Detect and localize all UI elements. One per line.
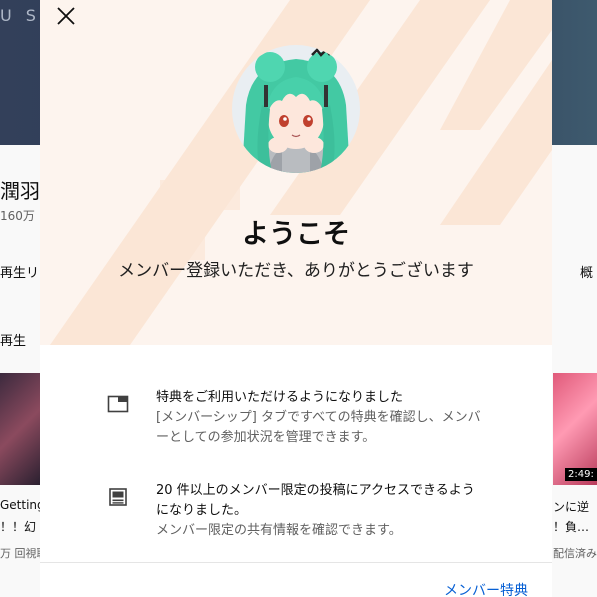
about-heading[interactable]: 概 [580, 262, 593, 281]
benefit-description: メンバー限定の共有情報を確認できます。 [156, 523, 402, 538]
video-title-right-line1[interactable]: ンに逆 [553, 498, 589, 515]
close-button[interactable] [54, 4, 78, 28]
play-all-label[interactable]: 再生 [0, 330, 26, 349]
posts-icon [106, 485, 130, 509]
close-icon [57, 7, 75, 25]
video-thumbnail-left[interactable] [0, 373, 40, 485]
member-perks-link[interactable]: メンバー特典 [444, 580, 528, 597]
tab-window-icon [106, 392, 130, 416]
video-title-left-line2[interactable]: ！！幻 [0, 518, 36, 535]
video-title-right-line2[interactable]: ！負… [553, 518, 589, 535]
welcome-subheading: メンバー登録いただき、ありがとうございます [118, 261, 474, 281]
channel-title[interactable]: 潤羽 [0, 175, 40, 204]
membership-welcome-dialog: ようこそ メンバー登録いただき、ありがとうございます 特典をご利用いただけるよう… [40, 0, 552, 597]
video-duration-badge: 2:49: [565, 468, 597, 481]
dialog-hero: ようこそ メンバー登録いただき、ありがとうございます [40, 0, 552, 345]
subscriber-count: 160万 [0, 209, 35, 223]
video-meta-right: 配信済み [553, 547, 597, 560]
footer-divider [40, 562, 552, 563]
channel-avatar [232, 45, 360, 173]
welcome-heading: ようこそ [242, 219, 350, 250]
benefit-title: 特典をご利用いただけるようになりました [156, 390, 404, 405]
benefit-title: 20 件以上のメンバー限定の投稿にアクセスできるようになりました。 [156, 483, 475, 518]
video-title-left-line1[interactable]: Getting [0, 498, 45, 512]
benefit-description: [メンバーシップ] タブですべての特典を確認し、メンバーとしての参加状況を管理で… [156, 410, 481, 445]
playlist-heading[interactable]: 再生リ [0, 262, 39, 281]
